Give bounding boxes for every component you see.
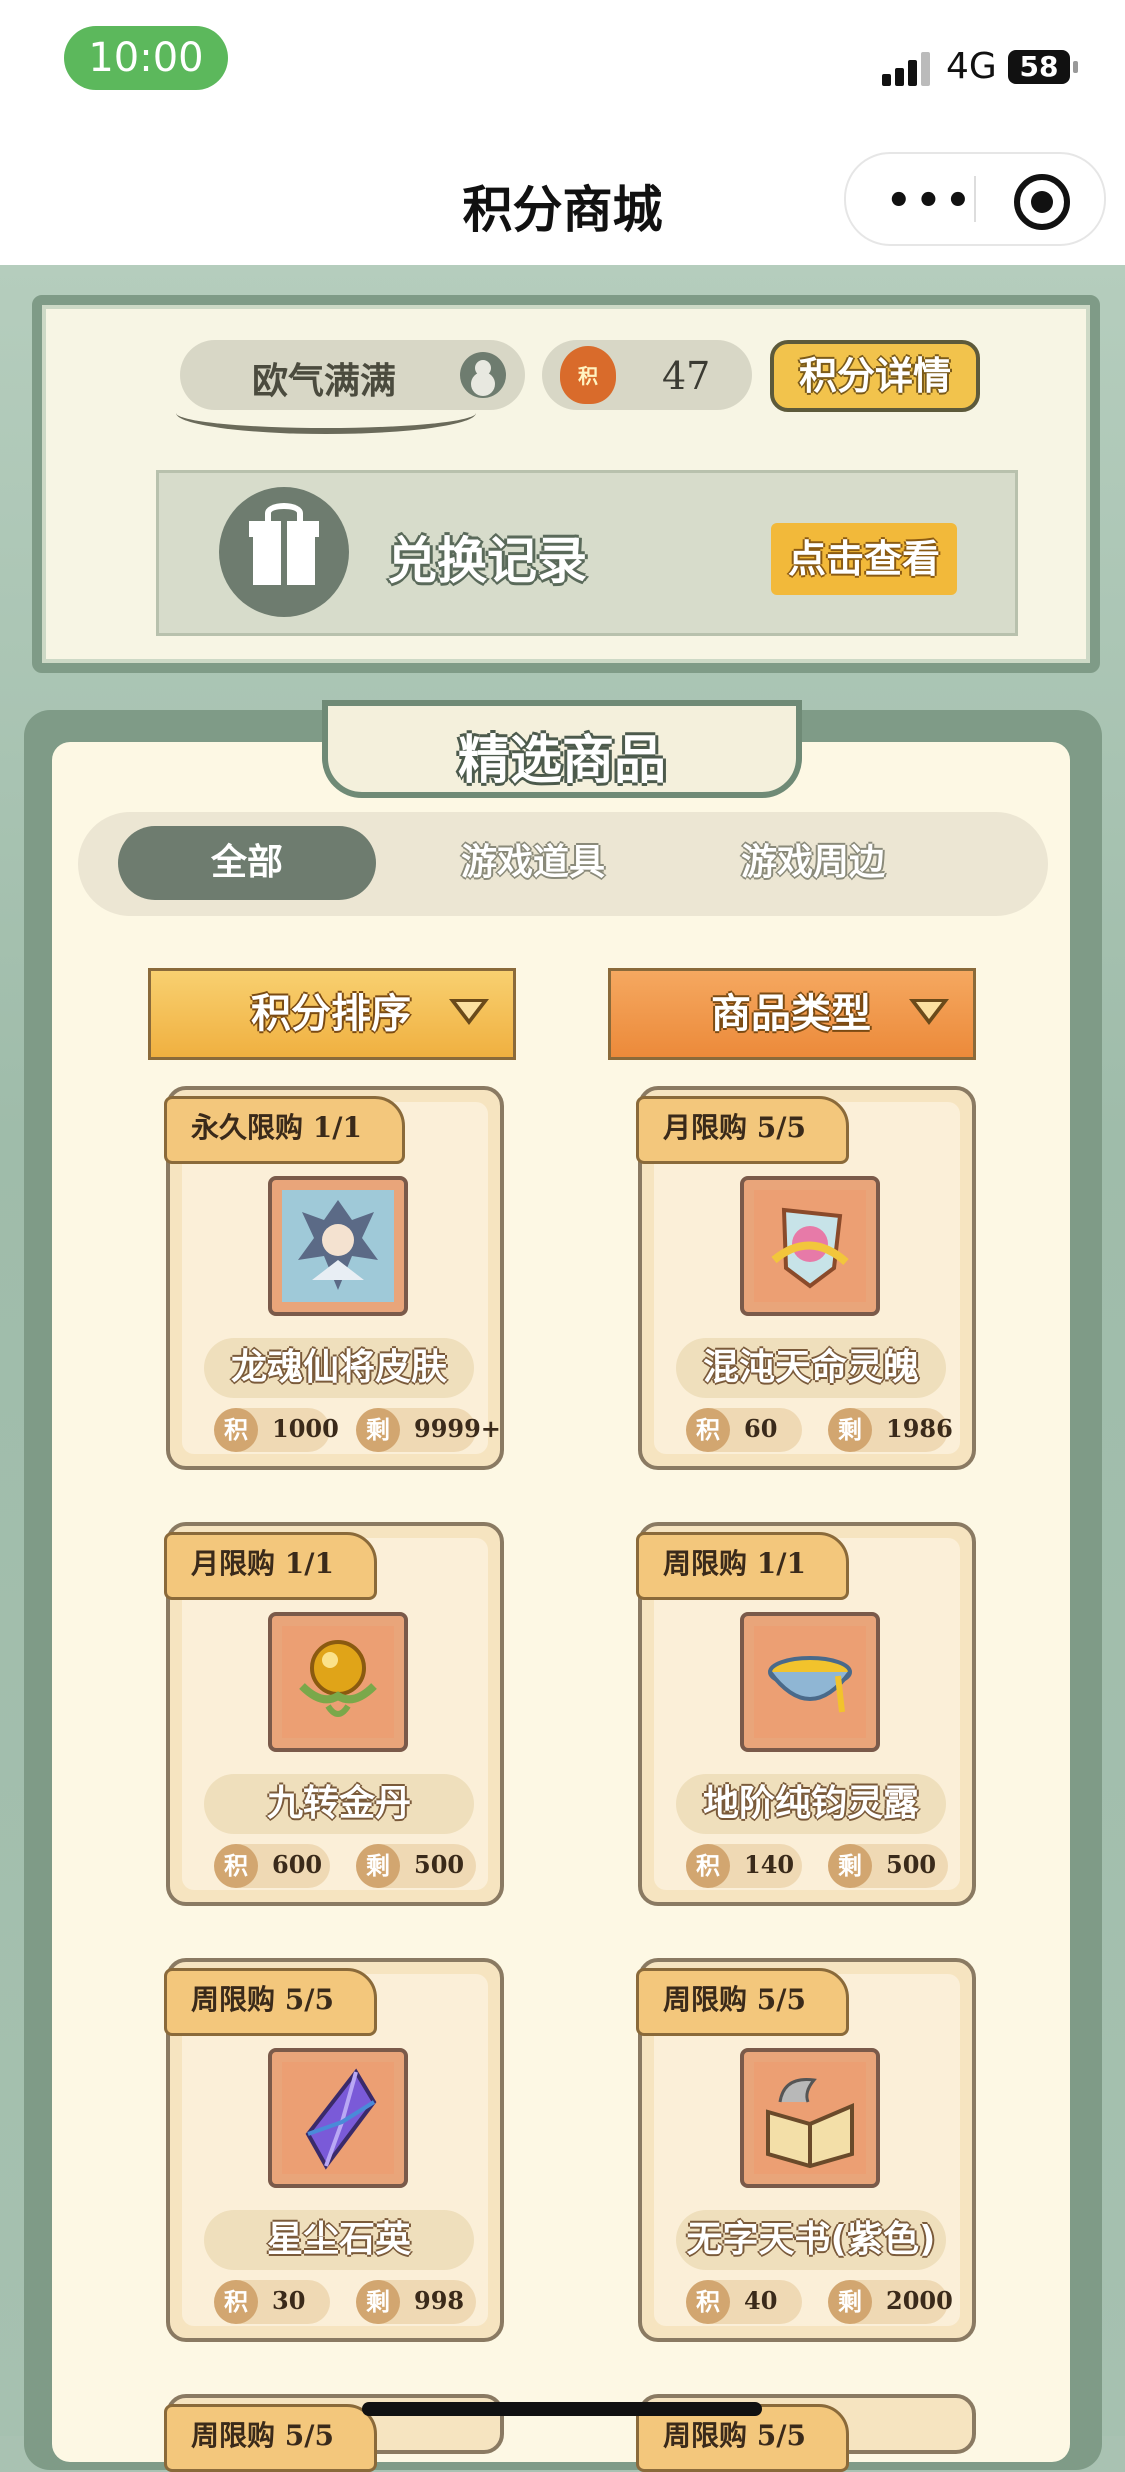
points-value: 47 [662, 354, 711, 398]
remaining-badge: 剩 500 [828, 1844, 948, 1888]
item-name: 星尘石英 [204, 2210, 474, 2270]
item-name: 混沌天命灵魄 [676, 1338, 946, 1398]
remaining-badge: 剩 998 [356, 2280, 476, 2324]
item-card[interactable]: 周限购 5/5 无字天书(紫色) 积 40 剩 2000 [636, 1958, 976, 2342]
goods-type-label: 商品类型 [711, 991, 871, 1037]
remaining-badge: 剩 2000 [828, 2280, 953, 2324]
tab-all[interactable]: 全部 [118, 826, 376, 900]
points-sort-label: 积分排序 [251, 991, 411, 1037]
network-type: 4G [946, 46, 997, 87]
chevron-down-icon [909, 999, 949, 1025]
limit-tag: 周限购 1/1 [636, 1532, 849, 1600]
cost-badge: 积 1000 [214, 1408, 339, 1452]
status-time: 10:00 [64, 26, 228, 90]
item-card[interactable]: 周限购 5/5 星尘石英 积 30 剩 998 [164, 1958, 504, 2342]
goods-type-dropdown[interactable]: 商品类型 [608, 968, 976, 1060]
money-bag-icon: 积 [560, 346, 616, 404]
exchange-record-box[interactable]: 兑换记录 点击查看 [156, 470, 1018, 636]
cost-badge: 积 140 [686, 1844, 802, 1888]
tab-game-items[interactable]: 游戏道具 [404, 826, 662, 900]
limit-tag: 周限购 5/5 [636, 1968, 849, 2036]
remaining-badge: 剩 9999+ [356, 1408, 501, 1452]
item-name: 地阶纯钧灵露 [676, 1774, 946, 1834]
remaining-badge: 剩 1986 [828, 1408, 953, 1452]
golden-pill-icon [268, 1612, 408, 1752]
item-name: 九转金丹 [204, 1774, 474, 1834]
limit-tag: 月限购 5/5 [636, 1096, 849, 1164]
limit-tag: 周限购 5/5 [164, 2404, 377, 2472]
heavenly-book-icon [740, 2048, 880, 2188]
capsule-divider [974, 176, 976, 222]
limit-tag: 周限购 5/5 [164, 1968, 377, 2036]
limit-tag: 永久限购 1/1 [164, 1096, 405, 1164]
user-name-pill: 欧气满满 [180, 340, 525, 410]
status-bar: 10:00 4G 58 [0, 0, 1125, 130]
points-pill: 积 47 [542, 340, 752, 410]
item-name: 无字天书(紫色) [676, 2210, 946, 2270]
signal-icon [882, 52, 932, 86]
dragon-warrior-skin-icon [268, 1176, 408, 1316]
cost-badge: 积 600 [214, 1844, 330, 1888]
remaining-badge: 剩 500 [356, 1844, 476, 1888]
cost-badge: 积 30 [214, 2280, 330, 2324]
item-card[interactable]: 永久限购 1/1 龙魂仙将皮肤 积 1000 剩 9999+ [164, 1086, 504, 1470]
spirit-dew-bowl-icon [740, 1612, 880, 1752]
tab-game-merch[interactable]: 游戏周边 [684, 826, 942, 900]
cost-badge: 积 60 [686, 1408, 802, 1452]
points-detail-button[interactable]: 积分详情 [770, 340, 980, 412]
section-title: 精选商品 [457, 731, 666, 791]
target-icon[interactable] [1014, 174, 1070, 230]
user-icon[interactable] [460, 352, 506, 398]
item-card[interactable]: 月限购 1/1 九转金丹 积 600 剩 500 [164, 1522, 504, 1906]
limit-tag: 月限购 1/1 [164, 1532, 377, 1600]
chaos-soul-icon [740, 1176, 880, 1316]
cost-badge: 积 40 [686, 2280, 802, 2324]
item-card[interactable]: 月限购 5/5 混沌天命灵魄 积 60 剩 1986 [636, 1086, 976, 1470]
points-sort-dropdown[interactable]: 积分排序 [148, 968, 516, 1060]
home-indicator[interactable] [362, 2402, 762, 2416]
exchange-record-title: 兑换记录 [387, 532, 587, 590]
mini-program-capsule: ••• [844, 152, 1106, 246]
view-records-button[interactable]: 点击查看 [771, 523, 957, 595]
nav-bar: 积分商城 ••• [0, 130, 1125, 265]
section-banner: 精选商品 [322, 700, 802, 798]
user-name: 欧气满满 [252, 361, 397, 402]
item-card[interactable]: 周限购 1/1 地阶纯钧灵露 积 140 剩 500 [636, 1522, 976, 1906]
battery-icon: 58 [1008, 50, 1078, 84]
chevron-down-icon [449, 999, 489, 1025]
item-name: 龙魂仙将皮肤 [204, 1338, 474, 1398]
gift-icon [219, 487, 349, 617]
category-tabs: 全部 游戏道具 游戏周边 [78, 812, 1048, 916]
more-icon[interactable]: ••• [886, 178, 975, 224]
stardust-crystal-icon [268, 2048, 408, 2188]
